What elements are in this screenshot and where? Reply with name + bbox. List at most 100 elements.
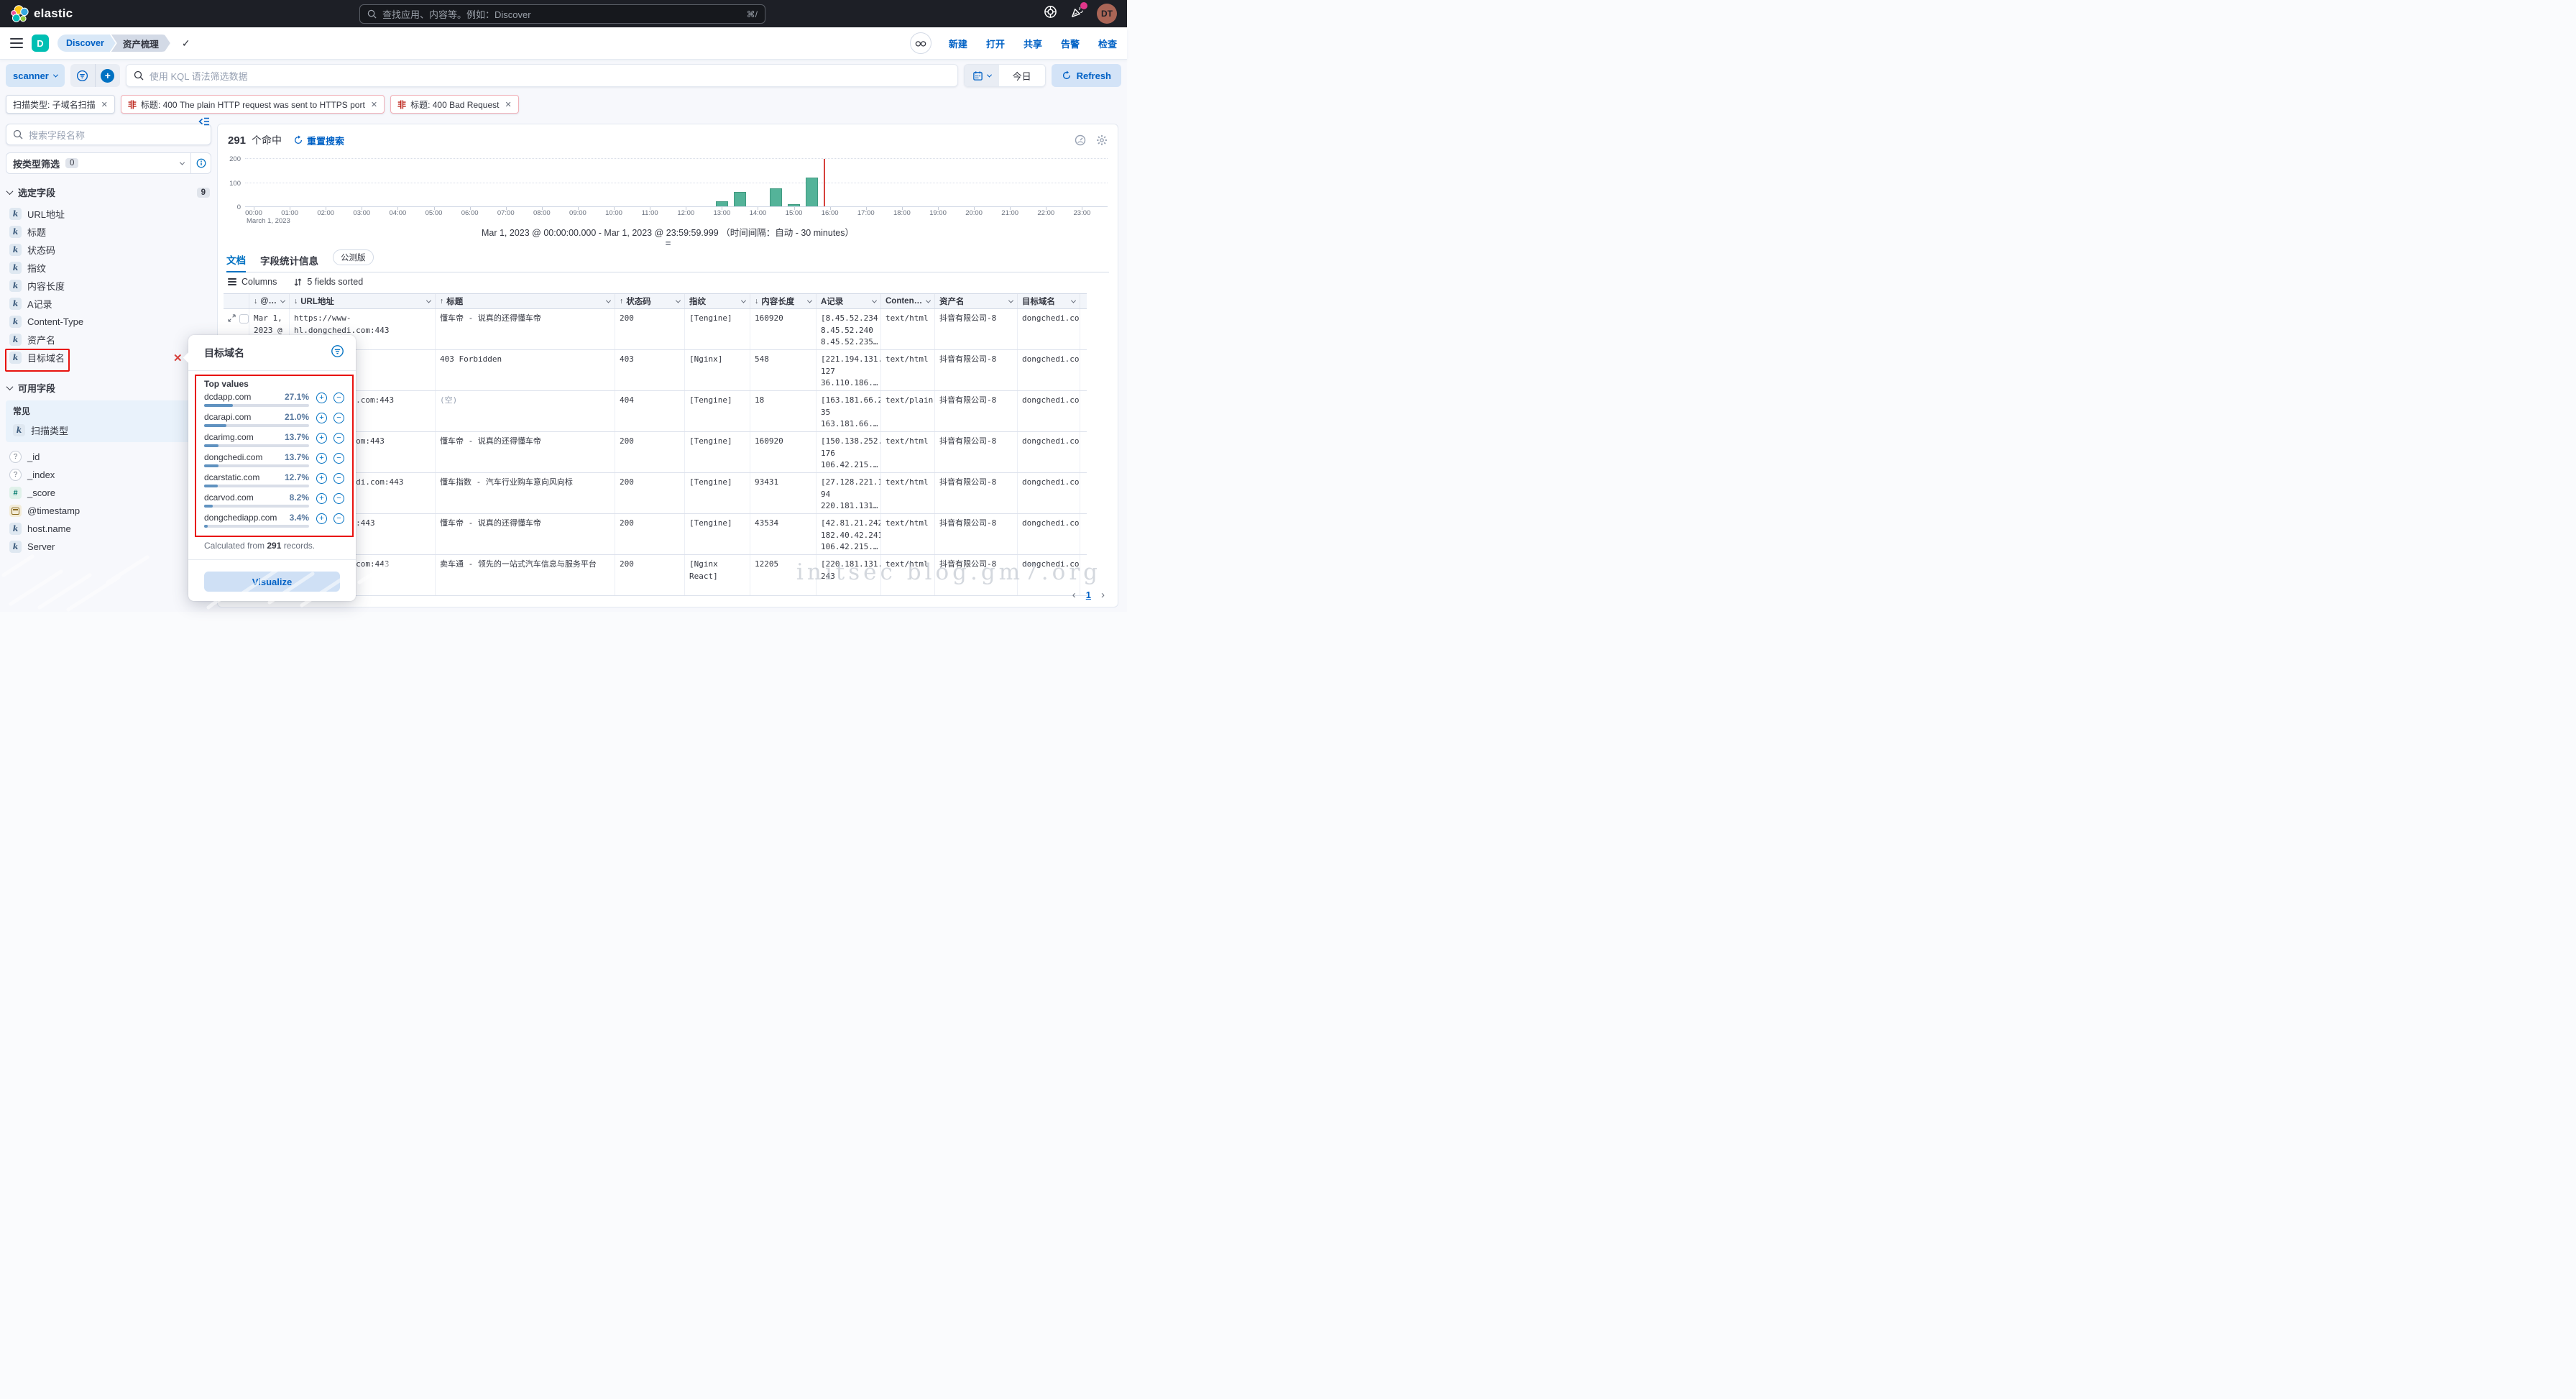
histogram-chart[interactable]: 010020000:0001:0002:0003:0004:0005:0006:… — [218, 153, 1118, 225]
filter-out-icon[interactable]: − — [334, 493, 344, 504]
sort-fields-button[interactable]: 5 fields sorted — [294, 277, 363, 287]
chevron-down-icon[interactable] — [872, 298, 877, 303]
row-checkbox[interactable] — [239, 314, 249, 324]
next-page-icon[interactable]: › — [1101, 589, 1105, 601]
add-filter-button[interactable]: + — [96, 64, 120, 87]
remove-filter-icon[interactable]: ✕ — [101, 100, 108, 109]
column-header-标题[interactable]: ↑标题 — [436, 294, 615, 308]
chevron-down-icon[interactable] — [926, 298, 931, 303]
sidebar-field-_score[interactable]: #_score — [6, 484, 211, 502]
field-search-input[interactable]: 搜索字段名称 — [6, 124, 211, 145]
elastic-logo[interactable]: elastic — [10, 4, 73, 23]
chevron-down-icon[interactable] — [280, 298, 285, 303]
global-search-input[interactable]: 查找应用、内容等。例如：Discover ⌘/ — [359, 4, 765, 24]
sidebar-field-URL地址[interactable]: kURL地址 — [6, 205, 211, 223]
filter-by-type-select[interactable]: 按类型筛选 0 — [6, 152, 211, 174]
collapse-fields-icon[interactable] — [198, 116, 210, 131]
refresh-button[interactable]: Refresh — [1052, 64, 1121, 87]
menu-icon[interactable] — [10, 38, 23, 48]
filter-pill[interactable]: 非标题: 400 The plain HTTP request was sent… — [121, 95, 385, 114]
app-badge[interactable]: D — [32, 35, 49, 52]
sidebar-field-Content-Type[interactable]: kContent-Type — [6, 313, 211, 331]
help-icon[interactable] — [1044, 5, 1057, 22]
chevron-down-icon[interactable] — [1008, 298, 1013, 303]
sidebar-field-资产名[interactable]: k资产名 — [6, 331, 211, 349]
filter-pill[interactable]: 非标题: 400 Bad Request✕ — [390, 95, 519, 114]
chevron-down-icon[interactable] — [741, 298, 746, 303]
visualize-button[interactable]: Visualize — [204, 572, 340, 592]
available-fields-section[interactable]: 可用字段 6 — [7, 381, 210, 395]
selected-fields-section[interactable]: 选定字段 9 — [7, 185, 210, 199]
filter-pill[interactable]: 扫描类型: 子域名扫描✕ — [6, 95, 115, 114]
expand-row-icon[interactable] — [228, 314, 236, 326]
sidebar-field-A记录[interactable]: kA记录 — [6, 295, 211, 313]
reset-search-link[interactable]: 重置搜索 — [293, 134, 344, 147]
tab-字段统计信息[interactable]: 字段统计信息 — [260, 253, 318, 272]
tab-公测版[interactable]: 公测版 — [333, 249, 374, 272]
chevron-down-icon[interactable] — [1071, 298, 1076, 303]
breadcrumb-item[interactable]: Discover — [58, 35, 116, 52]
filter-menu-icon[interactable] — [70, 64, 95, 87]
chevron-down-icon[interactable] — [426, 298, 431, 303]
histogram-bar[interactable] — [716, 201, 728, 206]
column-header-内容长度[interactable]: ↓内容长度 — [750, 294, 816, 308]
kql-search-input[interactable]: 使用 KQL 语法筛选数据 — [126, 64, 958, 87]
column-header-URL地址[interactable]: ↓URL地址 — [290, 294, 436, 308]
sidebar-field-内容长度[interactable]: k内容长度 — [6, 277, 211, 295]
filter-for-icon[interactable]: + — [316, 473, 327, 484]
page-number[interactable]: 1 — [1086, 590, 1091, 600]
breadcrumb-item[interactable]: 资产梳理 — [111, 35, 170, 52]
sidebar-field-扫描类型[interactable]: k扫描类型 — [9, 421, 208, 439]
filter-for-icon[interactable]: + — [316, 413, 327, 423]
filter-for-icon[interactable]: + — [316, 393, 327, 403]
column-header-Content-Type[interactable]: Content-Type — [881, 294, 935, 308]
remove-filter-icon[interactable]: ✕ — [505, 100, 511, 109]
chart-options-icon[interactable] — [1075, 134, 1086, 150]
column-header-@timestamp[interactable]: ↓@timestamp — [249, 294, 290, 308]
filter-for-icon[interactable]: + — [316, 433, 327, 444]
sidebar-field-host.name[interactable]: khost.name — [6, 520, 211, 538]
histogram-bar[interactable] — [734, 192, 746, 206]
gear-icon[interactable] — [1096, 134, 1108, 150]
sidebar-field-@timestamp[interactable]: @timestamp — [6, 502, 211, 520]
column-header-资产名[interactable]: 资产名 — [935, 294, 1018, 308]
sidebar-field-Server[interactable]: kServer — [6, 538, 211, 556]
data-view-picker[interactable]: scanner — [6, 64, 65, 87]
histogram-bar[interactable] — [770, 188, 782, 206]
sidebar-field-_id[interactable]: ?_id — [6, 448, 211, 466]
filter-for-icon[interactable]: + — [316, 453, 327, 464]
chevron-down-icon[interactable] — [676, 298, 681, 303]
filter-for-icon[interactable]: + — [316, 493, 327, 504]
sidebar-field-标题[interactable]: k标题 — [6, 223, 211, 241]
inspect-glasses-icon[interactable] — [910, 32, 932, 54]
calendar-dropdown[interactable] — [965, 65, 999, 86]
column-header-指纹[interactable]: 指纹 — [685, 294, 750, 308]
nav-action-共享[interactable]: 共享 — [1024, 37, 1042, 50]
filter-out-icon[interactable]: − — [334, 393, 344, 403]
nav-action-打开[interactable]: 打开 — [986, 37, 1005, 50]
filter-out-icon[interactable]: − — [334, 473, 344, 484]
sidebar-field-状态码[interactable]: k状态码 — [6, 241, 211, 259]
sidebar-field-指纹[interactable]: k指纹 — [6, 259, 211, 277]
tab-文档[interactable]: 文档 — [226, 252, 246, 272]
nav-action-告警[interactable]: 告警 — [1061, 37, 1080, 50]
filter-for-icon[interactable]: + — [316, 513, 327, 524]
time-range-label[interactable]: 今日 — [999, 65, 1045, 86]
histogram-bar[interactable] — [788, 204, 800, 206]
chevron-down-icon[interactable] — [606, 298, 611, 303]
column-header-目标域名[interactable]: 目标域名 — [1018, 294, 1080, 308]
filter-out-icon[interactable]: − — [334, 513, 344, 524]
remove-filter-icon[interactable]: ✕ — [371, 100, 377, 109]
field-filter-icon[interactable] — [331, 344, 344, 362]
chevron-down-icon[interactable] — [807, 298, 812, 303]
histogram-bar[interactable] — [806, 178, 818, 206]
nav-action-检查[interactable]: 检查 — [1098, 37, 1117, 50]
avatar[interactable]: DT — [1097, 4, 1117, 24]
filter-out-icon[interactable]: − — [334, 433, 344, 444]
column-header-A记录[interactable]: A记录 — [816, 294, 881, 308]
nav-action-新建[interactable]: 新建 — [949, 37, 967, 50]
filter-out-icon[interactable]: − — [334, 413, 344, 423]
prev-page-icon[interactable]: ‹ — [1072, 589, 1076, 601]
sidebar-field-_index[interactable]: ?_index — [6, 466, 211, 484]
filter-out-icon[interactable]: − — [334, 453, 344, 464]
